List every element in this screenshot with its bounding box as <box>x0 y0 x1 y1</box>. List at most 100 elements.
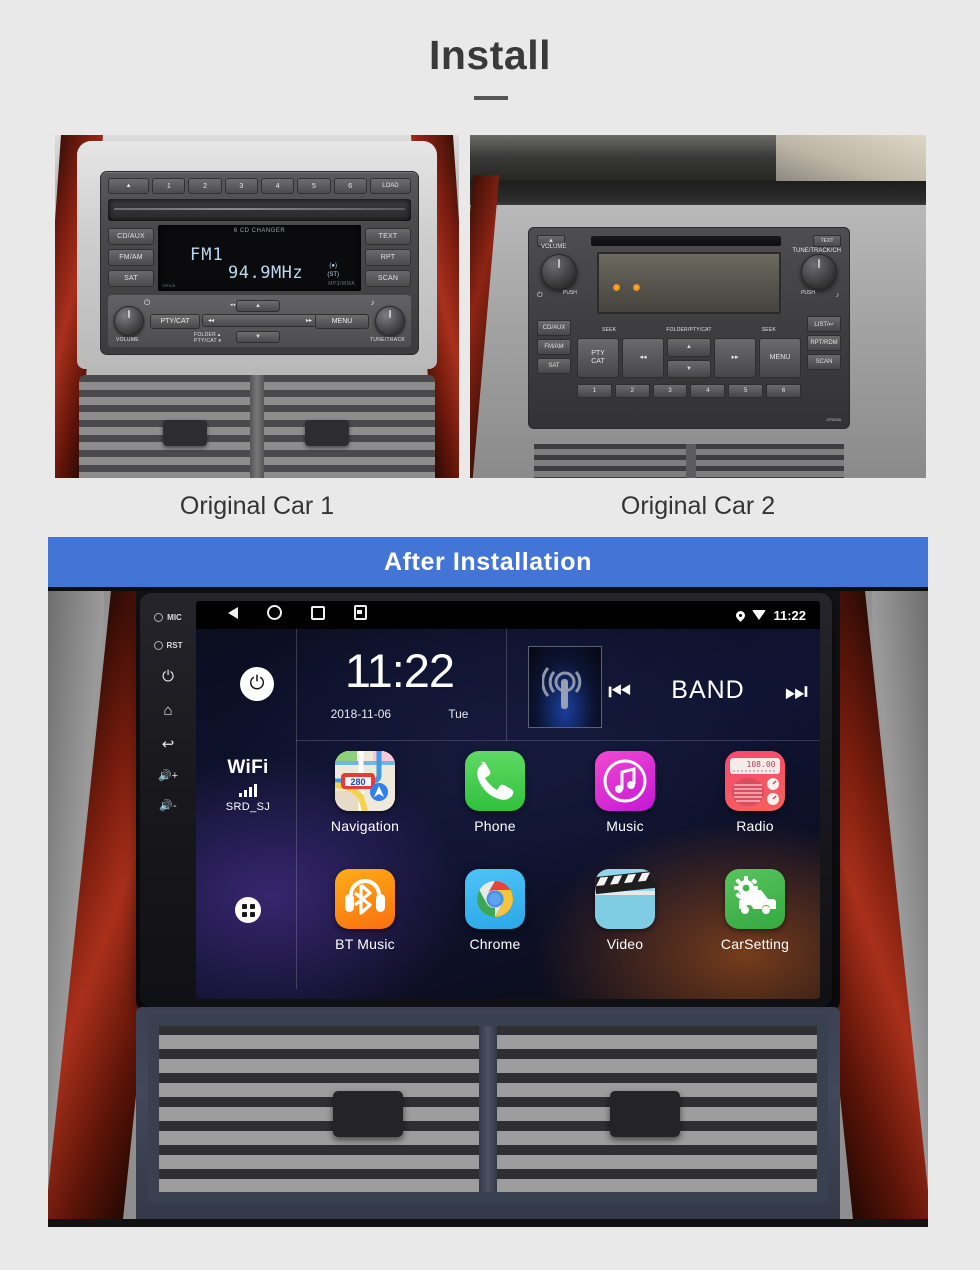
mic-indicator: MIC <box>154 613 182 622</box>
car1-scan-button[interactable]: SCAN <box>365 270 411 287</box>
car1-seek-back-button[interactable]: ◂◂ <box>208 317 214 324</box>
car2-pty-cat-button[interactable]: PTY CAT <box>577 338 619 378</box>
band-button[interactable]: BAND <box>671 676 744 705</box>
hardware-back-icon[interactable]: ↩ <box>162 737 175 752</box>
back-icon[interactable] <box>228 606 238 624</box>
car2-list-button[interactable]: LIST/↩ <box>807 316 841 332</box>
recents-icon[interactable] <box>311 605 325 625</box>
app-phone[interactable]: Phone <box>430 751 560 834</box>
car2-preset-3[interactable]: 3 <box>652 384 688 398</box>
car2-preset-row: 1 2 3 4 5 6 <box>577 384 801 398</box>
car2-seek-forward-button[interactable]: ▸▸ <box>714 338 756 378</box>
location-pin-icon <box>736 611 745 620</box>
svg-text:280: 280 <box>350 777 365 787</box>
app-radio[interactable]: 108.00 Radio <box>690 751 820 834</box>
mic-ring-icon <box>154 613 164 622</box>
android-nav-buttons <box>228 605 367 625</box>
app-label-radio: Radio <box>736 818 774 834</box>
car1-menu-button[interactable]: MENU <box>315 314 369 329</box>
car1-top-button-row: ▲ 1 2 3 4 5 6 LOAD <box>108 178 412 194</box>
radio-frequency-text: 108.00 <box>747 760 776 769</box>
car2-fm-am-button[interactable]: FM/AM <box>537 339 571 355</box>
car1-preset-2[interactable]: 2 <box>188 178 222 194</box>
car1-cd-aux-button[interactable]: CD/AUX <box>108 228 154 245</box>
app-navigation[interactable]: 280 Navigation <box>300 751 430 834</box>
car1-pty-cat-button[interactable]: PTY/CAT <box>150 314 200 329</box>
app-chrome[interactable]: Chrome <box>430 869 560 952</box>
app-video[interactable]: Video <box>560 869 690 952</box>
car2-menu-button[interactable]: MENU <box>759 338 801 378</box>
reset-ring-icon <box>153 641 163 650</box>
car1-stereo-text: (ST) <box>327 272 339 278</box>
car2-sat-button[interactable]: SAT <box>537 358 571 374</box>
screenshot-icon[interactable] <box>354 605 367 625</box>
bottom-photo-rule <box>48 1219 928 1227</box>
car2-preset-6[interactable]: 6 <box>766 384 801 398</box>
radio-widget-thumbnail[interactable] <box>528 646 602 728</box>
car1-preset-1[interactable]: 1 <box>152 178 186 194</box>
app-label-video: Video <box>606 936 644 952</box>
wifi-title: WiFi <box>227 757 269 778</box>
wifi-status-widget[interactable]: WiFi SRD_SJ <box>196 751 300 813</box>
reset-label: RST <box>166 641 183 650</box>
car2-tune-track-knob[interactable] <box>801 254 837 290</box>
hardware-home-icon[interactable]: ⌂ <box>163 703 172 718</box>
car-setting-icon <box>725 869 785 929</box>
car1-volume-knob[interactable] <box>114 306 144 336</box>
car1-sat-button[interactable]: SAT <box>108 270 154 287</box>
car2-text-button[interactable]: TEXT <box>813 235 841 247</box>
car2-up-button[interactable]: ▲ <box>667 338 711 357</box>
car1-rpt-button[interactable]: RPT <box>365 249 411 266</box>
car2-down-button[interactable]: ▼ <box>667 359 711 378</box>
car1-up-button[interactable]: ▲ <box>236 300 280 312</box>
car2-preset-1[interactable]: 1 <box>577 384 612 398</box>
car2-right-button-column: LIST/↩ RPT/RDM SCAN <box>807 316 841 370</box>
mic-label: MIC <box>167 613 182 622</box>
reset-button[interactable]: RST <box>153 641 183 650</box>
hardware-power-icon[interactable]: ⏻ <box>162 669 174 684</box>
car1-eject-button[interactable]: ▲ <box>108 178 150 194</box>
car1-preset-5[interactable]: 5 <box>297 178 331 194</box>
android-head-unit: MIC RST ⏻ ⌂ ↩ 🔊+ 🔊- 11:22 ⏻ 11:22 2018-1… <box>140 593 832 1007</box>
home-widget-zone: ⏻ 11:22 2018-11-06 Tue ⏮ BAND ⏭ <box>196 629 820 741</box>
app-music[interactable]: Music <box>560 751 690 834</box>
app-bt-music[interactable]: BT Music <box>300 869 430 952</box>
car2-volume-knob[interactable] <box>541 254 577 290</box>
media-previous-button[interactable]: ⏮ <box>608 678 631 704</box>
car1-stereo-dot: (●) <box>329 263 337 269</box>
car1-tune-track-knob[interactable] <box>375 306 405 336</box>
car1-fm-am-button[interactable]: FM/AM <box>108 249 154 266</box>
app-label-chrome: Chrome <box>469 936 521 952</box>
hardware-volume-down-icon[interactable]: 🔊- <box>159 801 176 812</box>
home-icon[interactable] <box>267 605 282 625</box>
car1-load-button[interactable]: LOAD <box>369 178 412 194</box>
car2-main-button-row: PTY CAT ◂◂ ▲ ▼ ▸▸ MENU <box>577 338 801 378</box>
car2-preset-4[interactable]: 4 <box>690 384 726 398</box>
car2-rpt-rdm-button[interactable]: RPT/RDM <box>807 335 841 351</box>
car1-vent-tab-left <box>163 420 207 446</box>
status-bar-clock: 11:22 <box>773 607 806 623</box>
car2-preset-5[interactable]: 5 <box>728 384 764 398</box>
car1-preset-4[interactable]: 4 <box>261 178 295 194</box>
app-car-setting[interactable]: CarSetting <box>690 869 820 952</box>
app-label-car-setting: CarSetting <box>720 936 790 952</box>
car1-down-button[interactable]: ▼ <box>236 331 280 343</box>
car1-preset-3[interactable]: 3 <box>224 178 259 194</box>
car2-scan-button[interactable]: SCAN <box>807 354 841 370</box>
media-next-button[interactable]: ⏭ <box>785 678 808 704</box>
car2-cd-aux-button[interactable]: CD/AUX <box>537 320 571 336</box>
car2-seek-back-button[interactable]: ◂◂ <box>622 338 664 378</box>
android-touchscreen[interactable]: 11:22 ⏻ 11:22 2018-11-06 Tue ⏮ BAND ⏭ Wi… <box>196 601 820 999</box>
car1-cd-slot <box>108 199 411 221</box>
car2-preset-2[interactable]: 2 <box>614 384 650 398</box>
app-row-1: WiFi SRD_SJ 280 Navigation Phone Music 1… <box>196 751 820 869</box>
app-drawer-slot[interactable] <box>196 869 300 923</box>
car1-text-button[interactable]: TEXT <box>365 228 411 245</box>
car1-seek-forward-button[interactable]: ▸▸ <box>306 317 312 324</box>
car1-control-strip: VOLUME TUNE/TRACK ⏻ ♪ ◂◂ SEEK ▸▸ ▲ ▼ PTY… <box>108 295 411 347</box>
hardware-volume-up-icon[interactable]: 🔊+ <box>158 771 178 782</box>
phone-icon <box>465 751 525 811</box>
app-grid-icon[interactable] <box>235 897 261 923</box>
car1-preset-6[interactable]: 6 <box>333 178 367 194</box>
screen-power-button[interactable]: ⏻ <box>240 667 274 701</box>
